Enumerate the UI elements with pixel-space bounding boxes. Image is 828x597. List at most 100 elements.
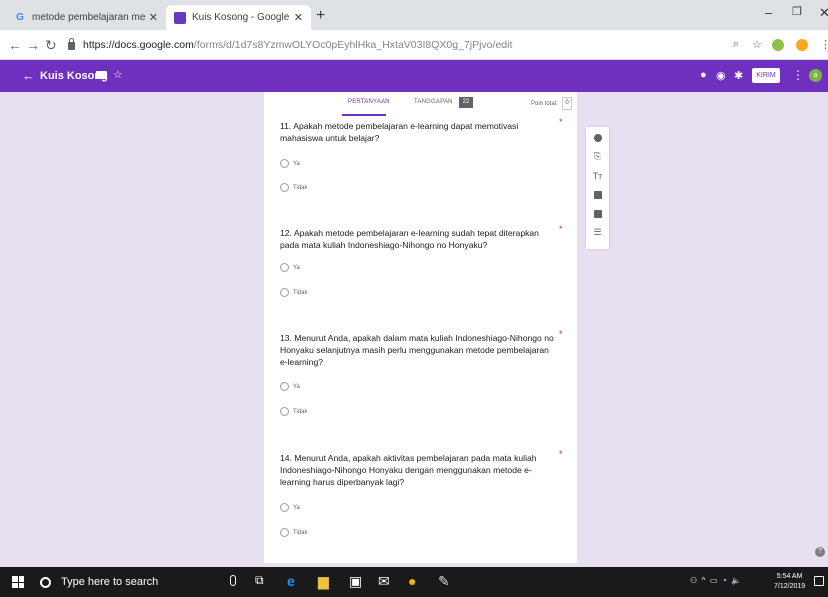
radio-circle-icon[interactable] (280, 382, 289, 391)
browser-tab-forms[interactable]: Kuis Kosong - Google Formulir ✕ (166, 5, 311, 30)
radio-circle-icon[interactable] (280, 503, 289, 512)
taskbar-search[interactable]: Type here to search (40, 567, 245, 597)
search-placeholder: Type here to search (61, 576, 159, 588)
form-header: ← Kuis Kosong ☆ ● ◉ ✱ KIRIM ⋮ a (0, 60, 828, 92)
bookmark-star-icon[interactable]: ☆ (752, 38, 762, 51)
folder-icon[interactable] (96, 71, 107, 79)
palette-icon[interactable]: ● (700, 69, 707, 81)
avatar[interactable]: a (809, 69, 822, 82)
close-tab-icon[interactable]: ✕ (149, 11, 158, 24)
floating-toolbar: ⎘ Tт ☰ (586, 127, 609, 249)
option-label: Tidak (293, 184, 308, 191)
minimize-icon[interactable]: – (765, 5, 772, 20)
browser-menu-icon[interactable]: ⋮ (820, 38, 828, 51)
extension-icon[interactable] (772, 39, 784, 51)
radio-option[interactable]: Tidak (280, 407, 307, 416)
lock-icon (68, 38, 75, 50)
google-icon: G (16, 12, 24, 23)
forms-icon (174, 11, 186, 24)
questions-card: 11. Apakah metode pembelajaran e-learnin… (264, 116, 577, 563)
form-tabs: PERTANYAAN TANGGAPAN 22 Poin total: 0 (264, 92, 577, 116)
import-questions-icon[interactable]: ⎘ (591, 150, 604, 163)
mail-icon[interactable]: ✉ (378, 573, 390, 590)
extension-icon[interactable] (796, 39, 808, 51)
tab-responses[interactable]: TANGGAPAN (414, 99, 453, 105)
microphone-icon[interactable] (230, 575, 236, 586)
tab-title: metode pembelajaran menurut F (32, 12, 145, 23)
clock-date: 7/12/2019 (774, 583, 806, 590)
settings-gear-icon[interactable]: ✱ (734, 69, 743, 82)
radio-circle-icon[interactable] (280, 528, 289, 537)
radio-option[interactable]: Ya (280, 503, 300, 512)
add-video-icon[interactable] (591, 207, 604, 220)
required-asterisk: * (559, 117, 563, 127)
back-arrow-icon[interactable]: ← (8, 37, 22, 53)
radio-option[interactable]: Tidak (280, 288, 307, 297)
add-image-icon[interactable] (591, 188, 604, 201)
clock[interactable]: 5:54 AM 7/12/2019 (774, 572, 805, 592)
url-path: /forms/d/1d7s8YzmwOLYOc0pEyhlHka_HxtaV03… (193, 39, 513, 51)
radio-option[interactable]: Tidak (280, 528, 307, 537)
tab-title: Kuis Kosong - Google Formulir (192, 12, 290, 23)
help-icon[interactable]: ? (815, 547, 825, 557)
radio-circle-icon[interactable] (280, 159, 289, 168)
radio-circle-icon[interactable] (280, 288, 289, 297)
cortana-icon (40, 576, 51, 588)
question-text[interactable]: 12. Apakah metode pembelajaran e-learnin… (280, 227, 558, 251)
add-question-icon[interactable] (591, 131, 604, 144)
maximize-icon[interactable]: ❐ (792, 5, 802, 18)
radio-option[interactable]: Tidak (280, 183, 307, 192)
forward-arrow-icon[interactable]: → (26, 37, 40, 53)
zoom-icon[interactable]: ⌕ (733, 38, 739, 51)
question-text[interactable]: 14. Menurut Anda, apakah aktivitas pembe… (280, 452, 558, 488)
total-points-value: 0 (562, 97, 572, 110)
browser-tab-search[interactable]: G metode pembelajaran menurut F ✕ (6, 5, 166, 30)
add-section-icon[interactable]: ☰ (591, 226, 604, 239)
total-points-label: Poin total: (531, 101, 558, 107)
radio-circle-icon[interactable] (280, 183, 289, 192)
question-text[interactable]: 13. Menurut Anda, apakah dalam mata kuli… (280, 332, 558, 368)
option-label: Ya (293, 264, 300, 271)
tab-questions[interactable]: PERTANYAAN (348, 99, 390, 105)
back-arrow-icon[interactable]: ← (22, 68, 35, 83)
radio-circle-icon[interactable] (280, 407, 289, 416)
option-label: Ya (293, 504, 300, 511)
responses-count-badge: 22 (459, 97, 473, 108)
close-tab-icon[interactable]: ✕ (294, 11, 303, 24)
preview-eye-icon[interactable]: ◉ (716, 69, 726, 82)
windows-start-icon[interactable] (12, 576, 24, 588)
star-icon[interactable]: ☆ (113, 68, 123, 81)
reload-icon[interactable]: ↻ (45, 37, 57, 54)
system-tray[interactable]: ⚇ ^ ▭ ◔ 🔈 (690, 576, 741, 585)
address-bar: ← → ↻ https://docs.google.com/forms/d/1d… (0, 30, 828, 60)
url-host: https://docs.google.com (83, 39, 194, 51)
edge-icon[interactable]: e (287, 573, 295, 589)
send-button[interactable]: KIRIM (752, 68, 780, 83)
file-explorer-icon[interactable]: ▆ (318, 573, 329, 590)
required-asterisk: * (559, 224, 563, 234)
option-label: Tidak (293, 529, 308, 536)
required-asterisk: * (559, 329, 563, 339)
radio-option[interactable]: Ya (280, 159, 300, 168)
browser-tab-bar: G metode pembelajaran menurut F ✕ Kuis K… (0, 0, 828, 30)
question-text[interactable]: 11. Apakah metode pembelajaran e-learnin… (280, 120, 558, 144)
app-icon[interactable]: ✎ (438, 573, 450, 590)
task-view-icon[interactable]: ⧉ (255, 573, 264, 588)
radio-option[interactable]: Ya (280, 263, 300, 272)
radio-circle-icon[interactable] (280, 263, 289, 272)
radio-option[interactable]: Ya (280, 382, 300, 391)
option-label: Tidak (293, 289, 308, 296)
option-label: Tidak (293, 408, 308, 415)
required-asterisk: * (559, 449, 563, 459)
more-vert-icon[interactable]: ⋮ (792, 68, 804, 82)
url-field[interactable]: https://docs.google.com/forms/d/1d7s8Yzm… (68, 36, 718, 54)
add-title-icon[interactable]: Tт (591, 169, 604, 182)
option-label: Ya (293, 160, 300, 167)
option-label: Ya (293, 383, 300, 390)
store-icon[interactable]: ▣ (349, 573, 362, 590)
new-tab-button[interactable]: + (316, 7, 325, 25)
clock-time: 5:54 AM (776, 573, 803, 580)
close-window-icon[interactable]: ✕ (819, 5, 828, 21)
chrome-icon[interactable]: ● (408, 573, 416, 589)
notifications-icon[interactable] (814, 576, 824, 586)
